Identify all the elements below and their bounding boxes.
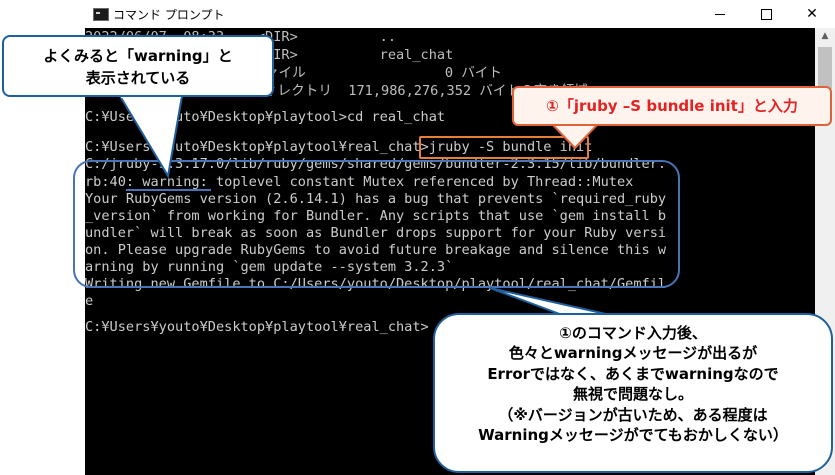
explanation-line: ①のコマンド入力後、 <box>559 324 707 342</box>
explanation-line: （※バージョンが古いため、ある程度は <box>498 405 768 424</box>
warning-callout-line2: 表示されている <box>85 69 191 87</box>
command-callout: ①「jruby –S bundle init」と入力 <box>512 86 832 126</box>
warning-callout-line1: よくみると「warning」と <box>43 47 233 65</box>
explain-callout-pointer <box>489 287 616 317</box>
explanation-line: 無視で問題なし。 <box>572 385 693 404</box>
warning-callout: よくみると「warning」と 表示されている <box>2 35 274 97</box>
explanation-line: 色々とwarningメッセージが出るが <box>508 344 758 363</box>
explanation-line: Errorではなく、あくまでwarningなので <box>487 364 779 383</box>
warning-callout-pointer <box>118 95 184 179</box>
command-callout-pointer <box>549 123 601 150</box>
explanation-callout: ①のコマンド入力後、 色々とwarningメッセージが出るが Errorではなく… <box>433 313 833 473</box>
explanation-line: Warningメッセージがでてもおかしくない） <box>478 426 788 445</box>
